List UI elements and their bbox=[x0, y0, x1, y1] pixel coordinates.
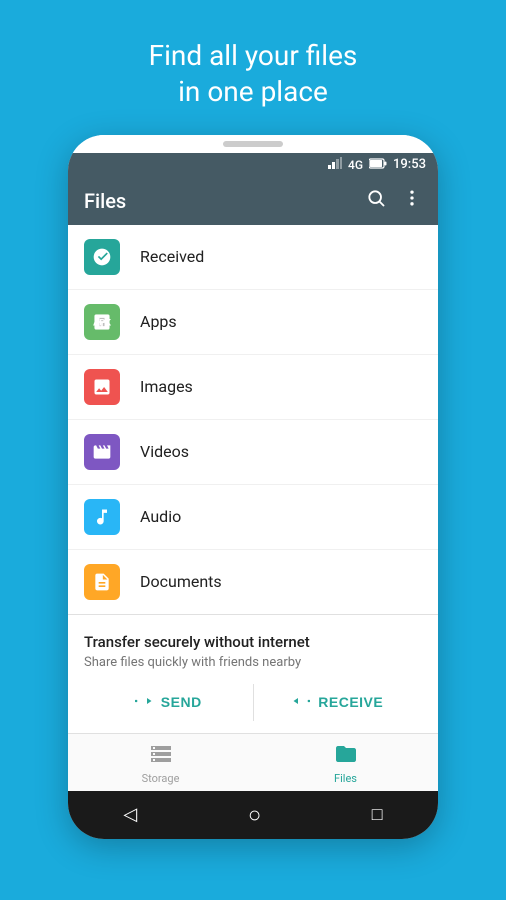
signal-icon bbox=[328, 157, 342, 172]
send-icon bbox=[135, 694, 153, 711]
audio-label: Audio bbox=[140, 507, 181, 526]
recents-button[interactable]: □ bbox=[372, 804, 383, 825]
storage-nav-label: Storage bbox=[142, 772, 180, 785]
nav-item-storage[interactable]: Storage bbox=[68, 734, 253, 791]
phone-frame: 4G 19:53 Files Received APK bbox=[68, 135, 438, 839]
send-label: SEND bbox=[161, 694, 202, 710]
search-icon[interactable] bbox=[366, 188, 386, 213]
send-button[interactable]: SEND bbox=[84, 684, 254, 721]
videos-icon bbox=[84, 434, 120, 470]
home-button[interactable]: ○ bbox=[248, 802, 261, 828]
hero-line1: Find all your files bbox=[149, 39, 358, 72]
received-icon bbox=[84, 239, 120, 275]
receive-button[interactable]: RECEIVE bbox=[254, 684, 423, 721]
app-bar: Files bbox=[68, 177, 438, 225]
videos-label: Videos bbox=[140, 442, 189, 461]
storage-nav-icon bbox=[149, 742, 173, 769]
battery-icon bbox=[369, 158, 387, 172]
transfer-section: Transfer securely without internet Share… bbox=[68, 614, 438, 733]
app-bar-actions bbox=[366, 188, 422, 213]
nav-item-files[interactable]: Files bbox=[253, 734, 438, 791]
received-label: Received bbox=[140, 247, 204, 266]
app-bar-title: Files bbox=[84, 189, 126, 213]
apps-icon: APK bbox=[84, 304, 120, 340]
phone-top-bar bbox=[68, 135, 438, 153]
list-item-videos[interactable]: Videos bbox=[68, 420, 438, 485]
phone-speaker bbox=[223, 141, 283, 147]
list-item-documents[interactable]: Documents bbox=[68, 550, 438, 614]
list-item-apps[interactable]: APK Apps bbox=[68, 290, 438, 355]
bottom-nav: Storage Files bbox=[68, 733, 438, 791]
transfer-title: Transfer securely without internet bbox=[84, 633, 422, 651]
documents-label: Documents bbox=[140, 572, 222, 591]
receive-label: RECEIVE bbox=[318, 694, 383, 710]
list-item-audio[interactable]: Audio bbox=[68, 485, 438, 550]
images-label: Images bbox=[140, 377, 193, 396]
images-icon bbox=[84, 369, 120, 405]
network-label: 4G bbox=[348, 158, 363, 172]
transfer-buttons: SEND RECEIVE bbox=[84, 684, 422, 721]
files-nav-icon bbox=[334, 742, 358, 769]
time-display: 19:53 bbox=[393, 157, 426, 172]
file-category-list: Received APK Apps Images Videos bbox=[68, 225, 438, 614]
files-nav-label: Files bbox=[334, 772, 357, 785]
more-options-icon[interactable] bbox=[402, 188, 422, 213]
hero-text: Find all your files in one place bbox=[149, 38, 358, 111]
list-item-received[interactable]: Received bbox=[68, 225, 438, 290]
audio-icon bbox=[84, 499, 120, 535]
home-bar: ◁ ○ □ bbox=[68, 791, 438, 839]
apps-label: Apps bbox=[140, 312, 177, 331]
transfer-subtitle: Share files quickly with friends nearby bbox=[84, 655, 422, 670]
documents-icon bbox=[84, 564, 120, 600]
status-bar: 4G 19:53 bbox=[68, 153, 438, 177]
list-item-images[interactable]: Images bbox=[68, 355, 438, 420]
hero-line2: in one place bbox=[178, 75, 328, 108]
svg-text:APK: APK bbox=[93, 318, 111, 328]
receive-icon bbox=[292, 694, 310, 711]
back-button[interactable]: ◁ bbox=[123, 804, 137, 825]
